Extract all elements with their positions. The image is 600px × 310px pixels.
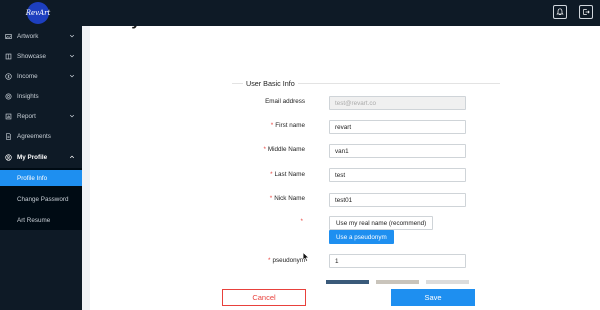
last-name-label: * Last Name: [270, 171, 305, 178]
nick-name-field[interactable]: test01: [329, 193, 466, 207]
chevron-up-icon: [69, 155, 75, 159]
sidebar-item-my-profile[interactable]: My Profile: [0, 147, 82, 167]
artwork-thumbnail: [326, 280, 369, 284]
first-name-label: * First name: [270, 122, 305, 129]
required-asterisk: *: [270, 122, 274, 129]
top-bar: RevArt: [0, 0, 600, 26]
pseudonym-label: * pseudonym: [267, 257, 305, 264]
image-icon: [5, 33, 12, 39]
document-icon: [6, 132, 11, 140]
email-field: test@revart.co: [329, 96, 466, 110]
sidebar: Artwork Showcase Income Insights Report …: [0, 26, 82, 310]
save-button[interactable]: Save: [391, 289, 475, 306]
sidebar-item-label: Artwork: [17, 32, 39, 40]
chevron-down-icon: [69, 54, 75, 58]
middle-name-field[interactable]: van1: [329, 144, 466, 158]
submenu-item-art-resume[interactable]: Art Resume: [0, 212, 82, 228]
middle-name-label: * Middle Name: [263, 146, 305, 153]
dollar-icon: [5, 72, 12, 80]
user-icon: [5, 153, 12, 161]
use-pseudonym-option[interactable]: Use a pseudonym: [329, 230, 394, 244]
sidebar-item-label: My Profile: [17, 153, 48, 161]
sidebar-item-report[interactable]: Report: [0, 106, 82, 126]
sidebar-item-insights[interactable]: Insights: [0, 86, 82, 106]
insights-icon: [5, 92, 12, 100]
use-real-name-option[interactable]: Use my real name (recommend): [329, 216, 434, 230]
artwork-thumbnail: [426, 280, 469, 284]
app-logo[interactable]: RevArt: [26, 2, 50, 24]
section-title: User Basic Info: [243, 79, 298, 88]
cancel-button[interactable]: Cancel: [222, 289, 306, 306]
name-choice-label: *: [301, 218, 305, 225]
notification-bell-icon[interactable]: [553, 5, 567, 19]
sidebar-item-label: Income: [17, 72, 38, 80]
profile-submenu: Profile Info Change Password Art Resume: [0, 168, 82, 230]
sidebar-item-agreements[interactable]: Agreements: [0, 126, 82, 146]
last-name-field[interactable]: test: [329, 168, 466, 182]
required-asterisk: *: [267, 257, 271, 264]
required-asterisk: *: [263, 146, 266, 153]
sidebar-item-label: Report: [17, 112, 36, 120]
chevron-down-icon: [69, 34, 75, 38]
artwork-thumbnail: [376, 280, 419, 284]
email-label: Email address: [265, 98, 305, 105]
submenu-item-profile-info[interactable]: Profile Info: [0, 170, 82, 186]
chevron-down-icon: [69, 114, 75, 118]
logout-icon[interactable]: [579, 5, 593, 19]
nick-name-label: * Nick Name: [269, 195, 305, 202]
sidebar-item-label: Agreements: [17, 132, 51, 140]
mouse-cursor-icon: [302, 252, 310, 262]
submenu-item-change-password[interactable]: Change Password: [0, 191, 82, 207]
sidebar-item-label: Showcase: [17, 52, 47, 60]
sidebar-item-label: Insights: [17, 92, 39, 100]
pseudonym-field[interactable]: 1: [329, 254, 466, 268]
sidebar-item-showcase[interactable]: Showcase: [0, 46, 82, 66]
required-asterisk: *: [300, 218, 303, 225]
required-asterisk: *: [270, 171, 273, 178]
required-asterisk: *: [269, 195, 273, 202]
sidebar-item-income[interactable]: Income: [0, 66, 82, 86]
sidebar-item-artwork[interactable]: Artwork: [0, 26, 82, 46]
report-icon: [5, 113, 12, 119]
first-name-field[interactable]: revart: [329, 120, 466, 134]
book-icon: [5, 53, 12, 59]
chevron-down-icon: [69, 74, 75, 78]
